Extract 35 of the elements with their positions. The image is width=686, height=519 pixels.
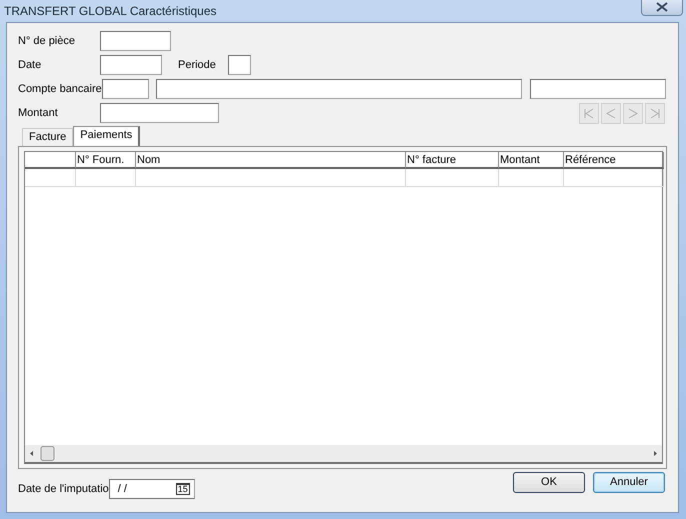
table-cell (499, 169, 564, 187)
field-label: N° de pièce (18, 35, 76, 47)
input-field[interactable] (102, 79, 149, 99)
field-label: Periode (178, 59, 217, 71)
field-label: Montant (18, 107, 59, 119)
left-arrow-icon[interactable] (30, 451, 33, 456)
input-field[interactable] (530, 79, 666, 99)
column-header[interactable]: N° Fourn. (76, 152, 136, 169)
column-header[interactable]: Référence (564, 152, 664, 169)
column-header[interactable]: Nom (136, 152, 406, 169)
input-field[interactable] (228, 55, 251, 75)
field-label: Date (18, 59, 42, 71)
dialog-button[interactable]: OK (513, 472, 585, 492)
input-field[interactable] (100, 55, 162, 75)
date-field[interactable]: / / 15 (108, 479, 195, 499)
close-icon (655, 2, 669, 12)
horizontal-scrollbar[interactable] (25, 445, 662, 462)
input-field[interactable] (100, 31, 171, 51)
calendar-icon[interactable]: 15 (176, 483, 190, 495)
dialog-button[interactable]: Annuler (593, 472, 665, 492)
field-label: Compte bancaire (18, 83, 102, 95)
right-arrow-icon[interactable] (654, 451, 657, 456)
table-cell (25, 169, 76, 187)
scrollbar-thumb[interactable] (40, 446, 54, 461)
window-title: TRANSFERT GLOBAL Caractéristiques (4, 4, 217, 18)
close-button[interactable] (641, 0, 683, 16)
column-header[interactable] (25, 152, 76, 169)
column-header[interactable]: N° facture (406, 152, 499, 169)
table-cell (76, 169, 136, 187)
field-label: Date de l'imputatio (18, 483, 109, 495)
tab[interactable]: Paiements (73, 126, 140, 146)
tab[interactable]: Facture (22, 128, 74, 146)
input-field[interactable] (100, 103, 219, 123)
column-header[interactable]: Montant (499, 152, 564, 169)
input-field[interactable] (156, 79, 522, 99)
